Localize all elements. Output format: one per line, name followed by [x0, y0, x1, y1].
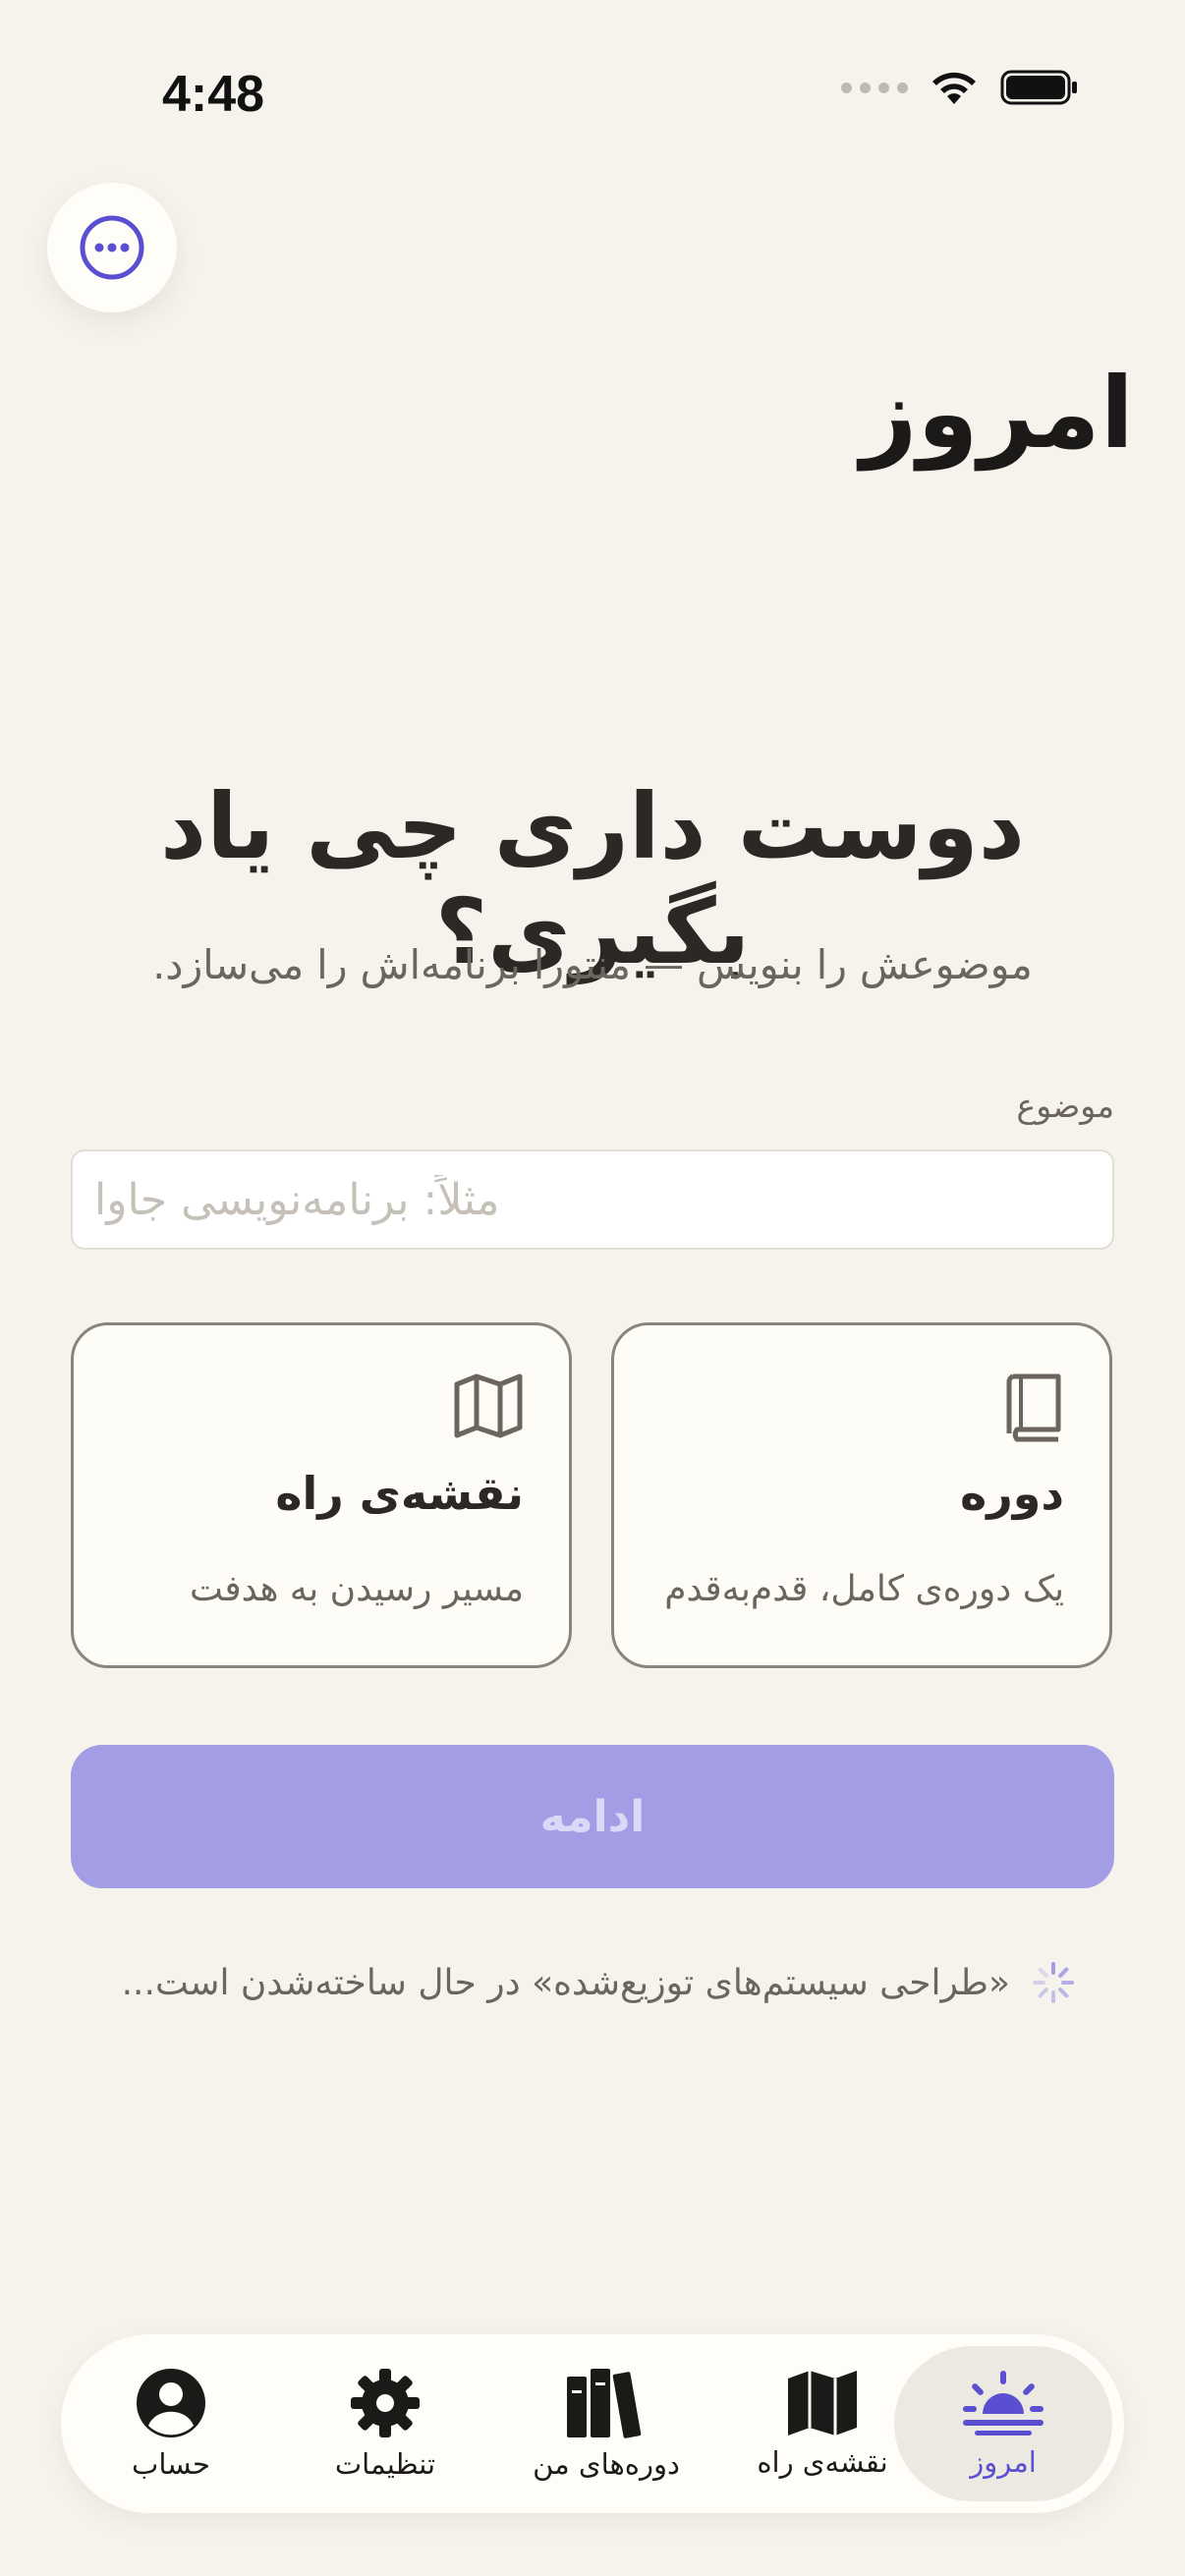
map-icon [454, 1373, 523, 1438]
tab-my-courses[interactable]: دوره‌های من [503, 2346, 709, 2501]
tab-settings[interactable]: تنظیمات [287, 2346, 483, 2501]
tab-my-courses-label: دوره‌های من [533, 2447, 680, 2481]
today-screen: 4:48 امروز دوست داری چی یاد بگیری؟ موضوع… [0, 0, 1185, 2576]
topic-input[interactable] [71, 1149, 1114, 1250]
battery-icon [1000, 70, 1077, 105]
tab-roadmap[interactable]: نقشه‌ی راه [729, 2346, 916, 2501]
tab-account-label: حساب [132, 2447, 210, 2481]
tab-today-label: امروز [970, 2445, 1037, 2479]
continue-button[interactable]: ادامه [71, 1745, 1114, 1888]
cellular-signal-icon [841, 82, 908, 93]
roadmap-option-description: مسیر رسیدن به هدفت [190, 1569, 524, 1609]
status-time: 4:48 [162, 66, 265, 123]
hero-subtitle: موضوعش را بنویس — منتورا برنامه‌اش را می… [152, 941, 1033, 988]
gear-icon [351, 2369, 420, 2437]
sunrise-icon [963, 2371, 1044, 2436]
course-option-description: یک دوره‌ی کامل، قدم‌به‌قدم [664, 1569, 1064, 1609]
progress-text: «طراحی سیستم‌های توزیع‌شده» در حال ساخته… [121, 1962, 1010, 2003]
tab-today[interactable]: امروز [894, 2346, 1112, 2501]
roadmap-option-card[interactable]: نقشه‌ی راه مسیر رسیدن به هدفت [71, 1322, 572, 1668]
course-option-card[interactable]: دوره یک دوره‌ی کامل، قدم‌به‌قدم [611, 1322, 1112, 1668]
tab-roadmap-label: نقشه‌ی راه [757, 2445, 888, 2479]
spinner-icon [1033, 1962, 1074, 2003]
generation-progress: «طراحی سیستم‌های توزیع‌شده» در حال ساخته… [108, 1961, 1075, 2004]
page-title: امروز [860, 356, 1134, 471]
ellipsis-circle-icon [80, 215, 144, 280]
books-icon [567, 2369, 642, 2438]
tab-bar: حساب تنظیمات [61, 2334, 1124, 2513]
course-option-title: دوره [960, 1467, 1064, 1520]
tab-account[interactable]: حساب [83, 2346, 259, 2501]
topic-label: موضوع [1016, 1087, 1114, 1125]
more-button[interactable] [47, 183, 177, 312]
book-icon [1006, 1373, 1061, 1442]
map-icon [788, 2371, 857, 2436]
tab-settings-label: تنظیمات [334, 2447, 436, 2481]
person-circle-icon [137, 2369, 205, 2437]
status-icons [841, 69, 1079, 106]
roadmap-option-title: نقشه‌ی راه [275, 1467, 524, 1520]
wifi-icon [932, 72, 976, 104]
